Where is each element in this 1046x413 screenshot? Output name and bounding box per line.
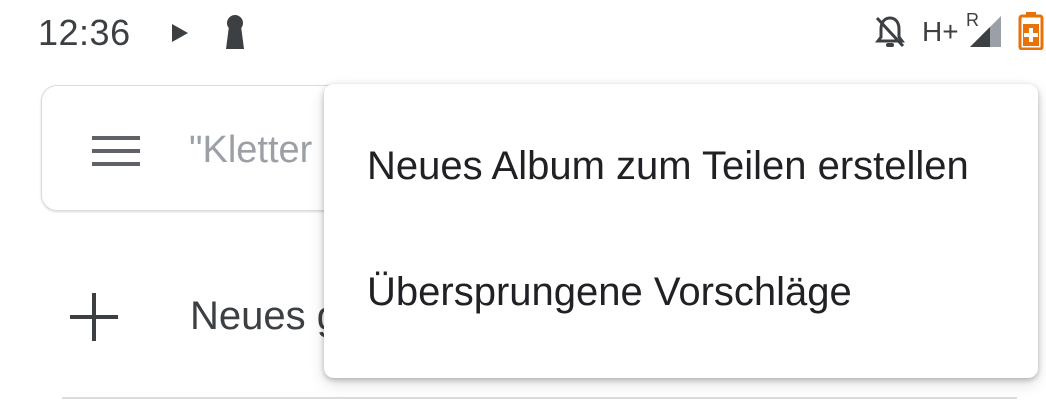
status-time: 12:36 xyxy=(38,12,131,53)
keyhole-icon xyxy=(226,15,244,49)
network-hplus-icon: H+ xyxy=(922,16,959,47)
status-bar: 12:36 H+ R xyxy=(0,0,1046,66)
signal-roaming-icon xyxy=(970,16,1001,47)
divider xyxy=(62,397,1017,399)
search-input[interactable]: "Kletter xyxy=(189,129,312,172)
bell-off-icon xyxy=(875,16,905,48)
hamburger-menu-icon[interactable] xyxy=(92,136,140,166)
menu-item-create-shared-album[interactable]: Neues Album zum Teilen erstellen xyxy=(324,106,1038,232)
battery-charging-icon xyxy=(1018,12,1044,50)
play-icon xyxy=(172,24,188,42)
menu-item-label: Neues Album zum Teilen erstellen xyxy=(367,144,969,188)
overflow-popup-menu: Neues Album zum Teilen erstellen Überspr… xyxy=(324,84,1038,378)
menu-item-skipped-suggestions[interactable]: Übersprungene Vorschläge xyxy=(324,232,1038,358)
plus-icon xyxy=(70,293,118,341)
new-group-label: Neues g xyxy=(190,294,339,338)
menu-item-label: Übersprungene Vorschläge xyxy=(367,270,852,314)
